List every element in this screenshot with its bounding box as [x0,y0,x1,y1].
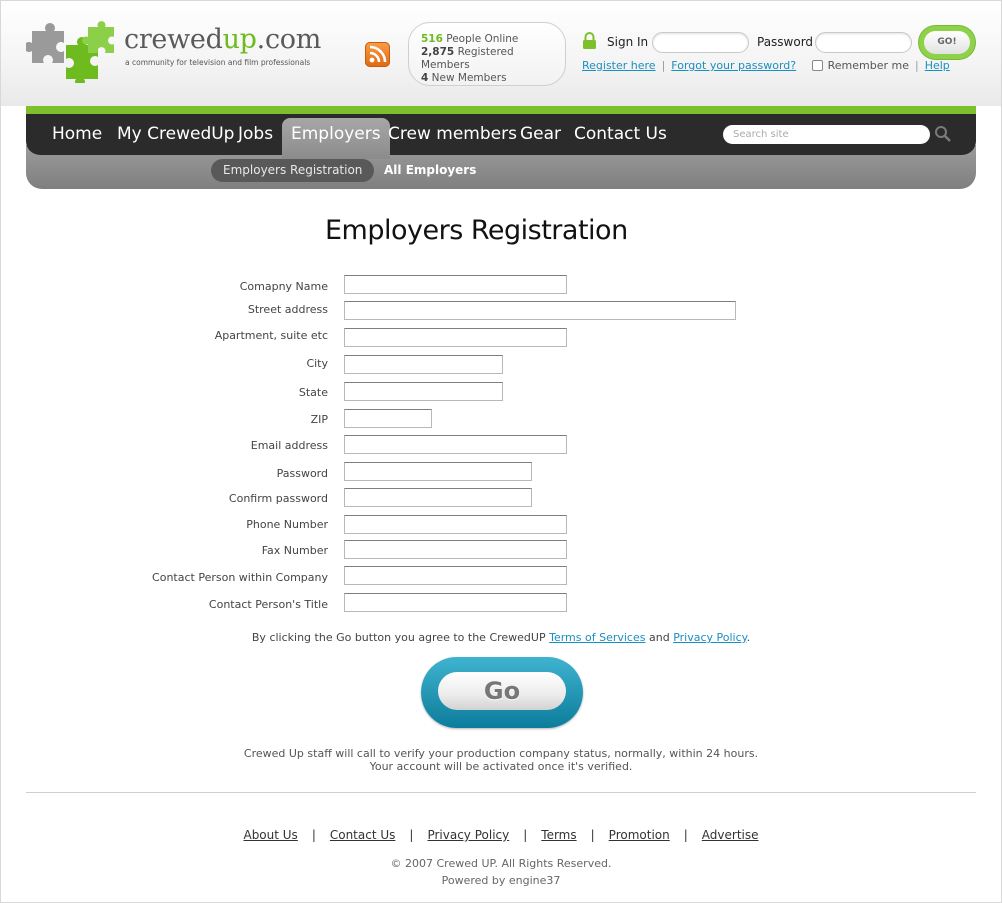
separator: | [311,828,316,842]
phone-label: Phone Number [246,518,328,531]
separator: | [409,828,414,842]
state-input[interactable] [344,382,503,401]
nav-item-jobs[interactable]: Jobs [238,114,273,155]
email-input[interactable] [344,435,567,454]
new-members-label: New Members [431,72,507,84]
powered-by-text: Powered by engine37 [441,874,561,887]
password-input[interactable] [344,462,532,481]
new-members-count: 4 [421,72,429,84]
footer-privacy-link[interactable]: Privacy Policy [427,828,509,842]
submit-go-label: Go [438,672,566,710]
puzzle-logo-icon [26,21,114,83]
city-input[interactable] [344,355,503,374]
agree-and: and [648,631,670,644]
company-name-label: Comapny Name [239,280,328,293]
nav-item-home[interactable]: Home [52,114,102,155]
registered-count: 2,875 [421,46,455,58]
nav-item-my-crewedup[interactable]: My CrewedUp [117,114,234,155]
nav-item-gear[interactable]: Gear [520,114,561,155]
footer-advertise-link[interactable]: Advertise [702,828,759,842]
login-sub-links: Register here | Forgot your password? Reme… [582,59,950,72]
rss-feed-icon[interactable] [365,42,390,67]
subnav-employers-registration[interactable]: Employers Registration [211,159,375,182]
lock-icon [583,32,596,49]
street-address-input[interactable] [344,301,736,320]
signin-label: Sign In [607,35,649,49]
login-go-button[interactable]: GO! [919,26,975,59]
member-stats: 516 People Online 2,875 Registered Membe… [408,22,566,86]
password-field-label: Password [276,467,328,480]
city-label: City [306,357,328,370]
email-label: Email address [250,439,328,452]
subnav-all-employers[interactable]: All Employers [384,159,476,182]
separator [802,59,806,72]
company-name-input[interactable] [344,275,567,294]
footer-promotion-link[interactable]: Promotion [609,828,670,842]
nav-item-employers[interactable]: Employers [282,118,390,159]
logo-tagline: a community for television and film prof… [125,58,311,67]
online-count: 516 [421,33,443,45]
phone-input[interactable] [344,515,567,534]
nav-item-contact-us[interactable]: Contact Us [574,114,667,155]
agree-prefix: By clicking the Go button you agree to t… [251,631,546,644]
remember-me-label: Remember me [827,59,909,72]
page-title: Employers Registration [325,215,628,246]
nav-accent-bar [26,106,976,114]
apartment-input[interactable] [344,328,567,347]
footer-divider [26,792,976,793]
help-link[interactable]: Help [925,59,950,72]
signin-password-input[interactable] [815,32,912,53]
terms-agreement-text: By clicking the Go button you agree to t… [1,631,1001,644]
contact-person-input[interactable] [344,566,567,585]
fax-label: Fax Number [261,544,328,557]
separator: | [914,59,919,72]
separator: | [523,828,528,842]
zip-input[interactable] [344,409,432,428]
forgot-password-link[interactable]: Forgot your password? [671,59,796,72]
copyright-text: © 2007 Crewed UP. All Rights Reserved. [390,857,612,870]
online-label: People Online [446,33,519,45]
site-logo[interactable]: crewedup.com a community for television … [26,21,321,83]
terms-of-service-link[interactable]: Terms of Services [549,631,645,644]
separator: | [683,828,688,842]
privacy-policy-link[interactable]: Privacy Policy [673,631,746,644]
nav-item-crew-members[interactable]: Crew members [388,114,517,155]
confirm-password-input[interactable] [344,488,532,507]
search-icon[interactable] [934,125,952,143]
footer-about-link[interactable]: About Us [243,828,297,842]
verification-line-2: Your account will be activated once it's… [369,760,633,773]
logo-wordmark: crewedup.com [124,24,322,55]
zip-label: ZIP [310,413,328,426]
footer-terms-link[interactable]: Terms [541,828,576,842]
footer-contact-link[interactable]: Contact Us [330,828,396,842]
remember-me-checkbox[interactable] [811,60,823,71]
contact-title-label: Contact Person's Title [208,598,328,611]
confirm-password-label: Confirm password [228,492,328,505]
state-label: State [298,386,328,399]
fax-input[interactable] [344,540,567,559]
contact-person-label: Contact Person within Company [152,571,328,584]
password-label: Password [757,35,814,49]
separator: | [661,59,666,72]
submit-go-button[interactable]: Go [421,657,583,728]
login-go-label: GO! [924,31,970,54]
signin-username-input[interactable] [652,32,749,53]
register-link[interactable]: Register here [582,59,656,72]
rss-icon [369,45,387,63]
separator: | [590,828,595,842]
street-address-label: Street address [247,303,328,316]
footer-links: About Us | Contact Us | Privacy Policy | Terms… [1,828,1001,842]
contact-title-input[interactable] [344,593,567,612]
apartment-label: Apartment, suite etc [214,329,328,342]
agree-suffix: . [746,631,751,644]
search-input[interactable]: Search site [723,125,930,144]
verification-notice: Crewed Up staff will call to verify your… [1,747,1001,773]
verification-line-1: Crewed Up staff will call to verify your… [243,747,759,760]
